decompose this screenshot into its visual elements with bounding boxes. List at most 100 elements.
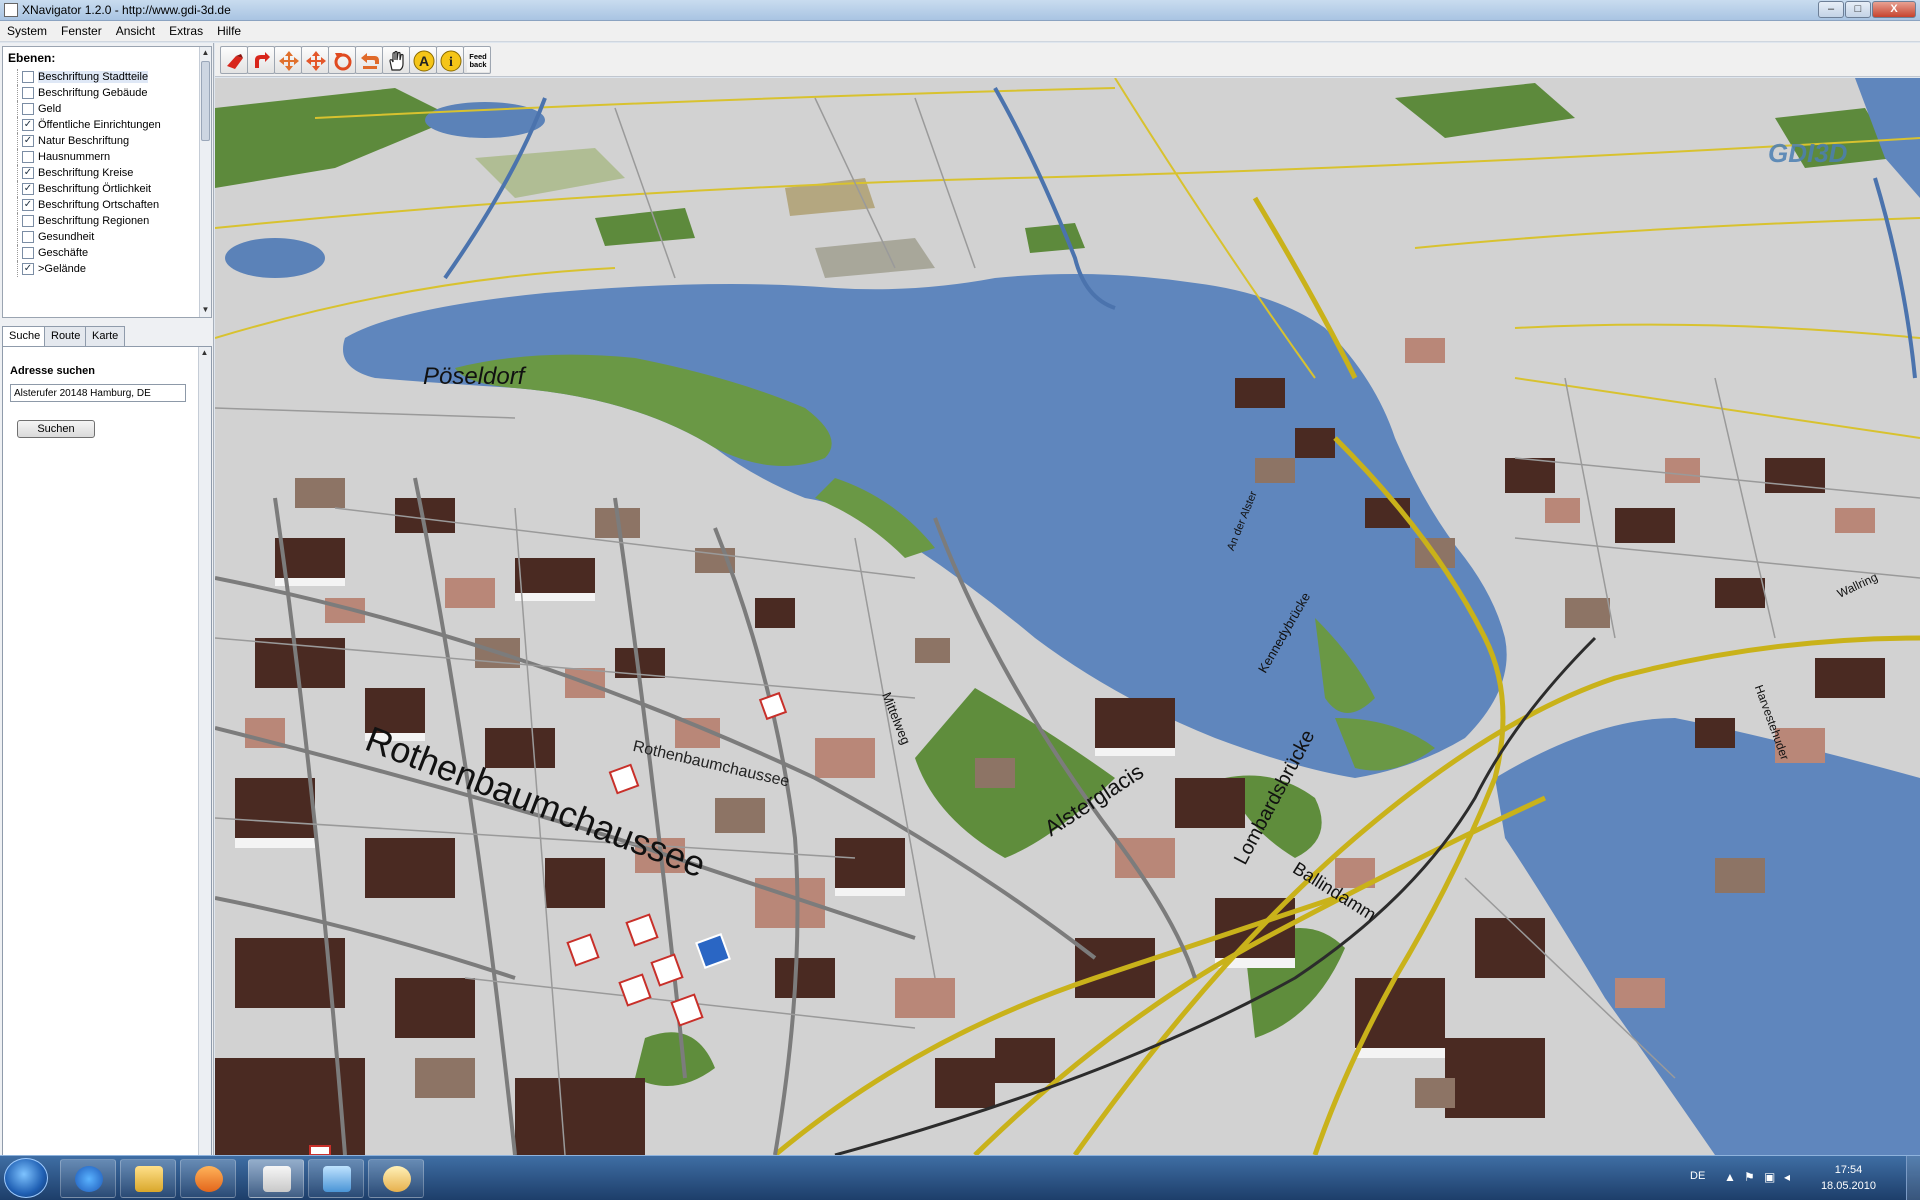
layer-label: Beschriftung Kreise: [38, 167, 134, 179]
map-view[interactable]: Pöseldorf Rothenbaumchaussee Rothenbaumc…: [215, 78, 1920, 1155]
layer-checkbox[interactable]: [22, 103, 34, 115]
window-taskbar-button[interactable]: [308, 1159, 364, 1198]
layers-heading: Ebenen:: [8, 51, 56, 65]
layer-label: Hausnummern: [38, 151, 111, 163]
layer-label: Natur Beschriftung: [38, 135, 130, 147]
layers-panel: Ebenen: Beschriftung Stadtteile Beschrif…: [2, 46, 212, 318]
scroll-up-icon[interactable]: ▲: [201, 48, 210, 58]
layer-item[interactable]: ✓ Natur Beschriftung: [17, 133, 197, 149]
gdi3d-logo: GDI3D: [1768, 138, 1848, 168]
paint-taskbar-button[interactable]: [368, 1159, 424, 1198]
layers-scrollbar[interactable]: ▲ ▼: [199, 47, 211, 317]
pan-icon[interactable]: [274, 46, 302, 74]
layer-checkbox[interactable]: ✓: [22, 167, 34, 179]
menu-bar: System Fenster Ansicht Extras Hilfe: [0, 21, 1920, 42]
layer-checkbox[interactable]: ✓: [22, 119, 34, 131]
layer-item[interactable]: ✓ Beschriftung Kreise: [17, 165, 197, 181]
scroll-thumb[interactable]: [201, 61, 210, 141]
language-indicator[interactable]: DE: [1690, 1170, 1705, 1182]
layer-checkbox[interactable]: [22, 151, 34, 163]
maximize-button[interactable]: □: [1845, 1, 1871, 18]
flag-icon[interactable]: ⚑: [1744, 1170, 1758, 1184]
layer-item[interactable]: Beschriftung Regionen: [17, 213, 197, 229]
search-heading: Adresse suchen: [10, 365, 95, 377]
info-icon[interactable]: i: [436, 46, 464, 74]
start-button[interactable]: [4, 1158, 48, 1198]
layer-label: Geschäfte: [38, 247, 89, 259]
layer-checkbox[interactable]: ✓: [22, 263, 34, 275]
clock-date: 18.05.2010: [1820, 1180, 1876, 1192]
paint-icon: [383, 1166, 411, 1192]
layer-item[interactable]: Hausnummern: [17, 149, 197, 165]
back-icon[interactable]: [355, 46, 383, 74]
layer-list: Beschriftung Stadtteile Beschriftung Geb…: [17, 69, 197, 277]
layer-item[interactable]: ✓ Öffentliche Einrichtungen: [17, 117, 197, 133]
layer-label: Öffentliche Einrichtungen: [38, 119, 161, 131]
layer-label: >Gelände: [38, 263, 87, 275]
menu-ansicht[interactable]: Ansicht: [109, 21, 162, 41]
menu-fenster[interactable]: Fenster: [54, 21, 109, 41]
network-icon[interactable]: ▣: [1764, 1170, 1778, 1184]
clock-time: 17:54: [1834, 1164, 1863, 1176]
layer-checkbox[interactable]: [22, 71, 34, 83]
info-glyph: i: [449, 55, 453, 70]
map-label-poseldorf: Pöseldorf: [423, 363, 525, 390]
layer-item[interactable]: ✓ Beschriftung Örtlichkeit: [17, 181, 197, 197]
scroll-down-icon[interactable]: ▼: [201, 305, 210, 315]
close-button[interactable]: X: [1872, 1, 1916, 18]
minimize-button[interactable]: –: [1818, 1, 1844, 18]
layer-item[interactable]: ✓ >Gelände: [17, 261, 197, 277]
window-title: XNavigator 1.2.0 - http://www.gdi-3d.de: [22, 3, 231, 17]
layer-checkbox[interactable]: [22, 247, 34, 259]
tab-route[interactable]: Route: [44, 326, 88, 346]
layer-label: Beschriftung Ortschaften: [38, 199, 160, 211]
menu-system[interactable]: System: [0, 21, 54, 41]
zoom-icon[interactable]: [301, 46, 329, 74]
layer-item[interactable]: Beschriftung Gebäude: [17, 85, 197, 101]
map-canvas: [215, 78, 1920, 1155]
java-taskbar-button[interactable]: [248, 1159, 304, 1198]
layer-label: Beschriftung Stadtteile: [38, 71, 149, 83]
label-glyph: A: [419, 53, 429, 69]
menu-hilfe[interactable]: Hilfe: [210, 21, 248, 41]
search-panel: Adresse suchen Suchen ▲ ▼: [2, 346, 212, 1198]
rotate-icon[interactable]: [328, 46, 356, 74]
show-desktop-button[interactable]: [1906, 1156, 1920, 1200]
tab-karte[interactable]: Karte: [85, 326, 126, 346]
layer-checkbox[interactable]: ✓: [22, 183, 34, 195]
layer-checkbox[interactable]: [22, 87, 34, 99]
layer-item[interactable]: ✓ Beschriftung Ortschaften: [17, 197, 197, 213]
layer-checkbox[interactable]: ✓: [22, 199, 34, 211]
search-button[interactable]: Suchen: [17, 420, 95, 438]
taskbar: DE ▲ ⚑ ▣ ◂ 17:54 18.05.2010: [0, 1155, 1920, 1200]
address-input[interactable]: [10, 384, 186, 402]
menu-extras[interactable]: Extras: [162, 21, 210, 41]
layer-checkbox[interactable]: [22, 215, 34, 227]
layer-label: Beschriftung Regionen: [38, 215, 150, 227]
move-icon[interactable]: [220, 46, 248, 74]
feedback-icon[interactable]: Feed back: [463, 46, 491, 74]
window-icon: [323, 1166, 351, 1192]
turn-icon[interactable]: [247, 46, 275, 74]
volume-icon[interactable]: ◂: [1784, 1170, 1798, 1184]
search-scrollbar[interactable]: ▲ ▼: [198, 347, 211, 1197]
layer-item[interactable]: Beschriftung Stadtteile: [17, 69, 197, 85]
layer-item[interactable]: Geld: [17, 101, 197, 117]
explorer-taskbar-button[interactable]: [120, 1159, 176, 1198]
media-taskbar-button[interactable]: [180, 1159, 236, 1198]
java-icon: [263, 1166, 291, 1192]
system-tray: DE ▲ ⚑ ▣ ◂: [1690, 1156, 1920, 1200]
layer-item[interactable]: Geschäfte: [17, 245, 197, 261]
layer-checkbox[interactable]: ✓: [22, 135, 34, 147]
layer-label: Gesundheit: [38, 231, 95, 243]
hand-icon[interactable]: [382, 46, 410, 74]
show-hidden-icons-icon[interactable]: ▲: [1724, 1170, 1738, 1184]
ie-taskbar-button[interactable]: [60, 1159, 116, 1198]
map-toolbar: A i Feed back: [215, 43, 1920, 77]
label-icon[interactable]: A: [409, 46, 437, 74]
clock[interactable]: 17:54 18.05.2010: [1821, 1162, 1876, 1194]
layer-item[interactable]: Gesundheit: [17, 229, 197, 245]
layer-checkbox[interactable]: [22, 231, 34, 243]
tab-suche[interactable]: Suche: [2, 326, 48, 347]
scroll-up-icon[interactable]: ▲: [200, 348, 209, 358]
